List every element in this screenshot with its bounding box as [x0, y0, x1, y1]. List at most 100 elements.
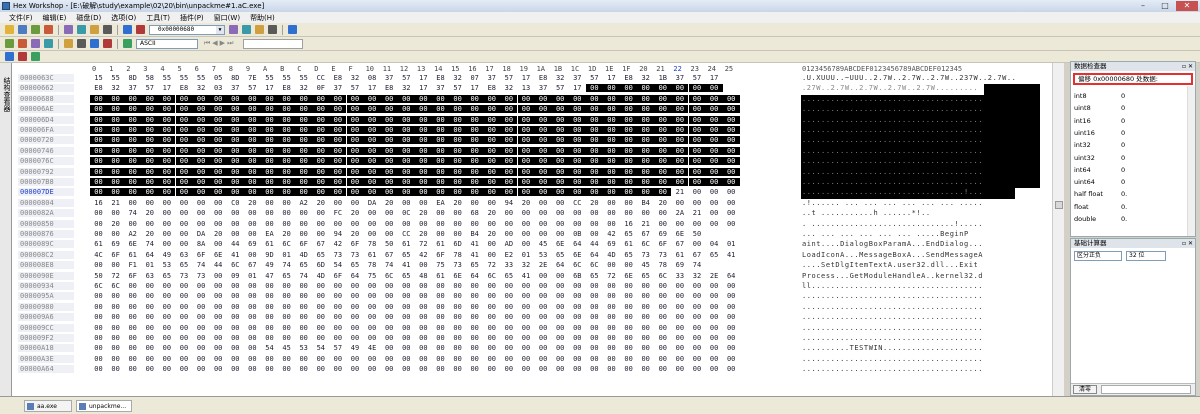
hex-byte[interactable]: 01: [278, 251, 295, 259]
hex-byte[interactable]: 00: [706, 324, 723, 332]
find-icon[interactable]: [288, 25, 297, 34]
hex-byte[interactable]: 00: [380, 157, 398, 166]
hex-byte[interactable]: 00: [706, 199, 723, 207]
hex-byte[interactable]: 00: [329, 324, 346, 332]
hex-byte[interactable]: 37: [671, 74, 688, 82]
minimize-button[interactable]: –: [1132, 1, 1154, 11]
hex-byte[interactable]: 00: [415, 334, 432, 342]
menu-item[interactable]: 文件(F): [4, 13, 38, 23]
hex-byte[interactable]: 00: [603, 199, 620, 207]
hex-byte[interactable]: 00: [158, 136, 176, 145]
hex-byte[interactable]: 6E: [210, 251, 227, 259]
hex-byte[interactable]: 00: [295, 105, 313, 114]
hex-byte[interactable]: 32: [347, 74, 364, 82]
hex-byte[interactable]: 03: [210, 84, 227, 92]
hex-byte[interactable]: 73: [347, 251, 364, 259]
hex-byte[interactable]: 00: [278, 188, 296, 197]
hex-byte[interactable]: 00: [124, 115, 142, 124]
hex-byte[interactable]: 00: [347, 292, 364, 300]
hex-byte[interactable]: 00: [637, 313, 654, 321]
hex-byte[interactable]: 00: [568, 178, 586, 186]
hex-byte[interactable]: 00: [551, 167, 569, 176]
inspector-field-value[interactable]: 0.: [1121, 190, 1127, 198]
hex-byte[interactable]: 20: [654, 199, 671, 207]
hex-byte[interactable]: 00: [637, 94, 655, 103]
hex-byte[interactable]: 00: [569, 355, 586, 363]
hex-byte[interactable]: 00: [261, 105, 278, 114]
hex-byte[interactable]: 00: [586, 313, 603, 321]
menu-item[interactable]: 插件(P): [175, 13, 209, 23]
hex-byte[interactable]: 00: [278, 136, 296, 145]
hex-byte[interactable]: 00: [124, 136, 142, 145]
hex-byte[interactable]: 6C: [637, 240, 654, 248]
hex-byte[interactable]: 00: [551, 146, 569, 155]
copy-icon[interactable]: [229, 25, 238, 34]
hex-byte[interactable]: 00: [620, 303, 637, 311]
hex-byte[interactable]: 00: [227, 220, 244, 228]
hex-byte[interactable]: 00: [124, 303, 141, 311]
hex-byte[interactable]: 00: [637, 334, 654, 342]
bookmark-icon[interactable]: [136, 25, 145, 34]
hex-byte[interactable]: 00: [141, 334, 158, 342]
hex-byte[interactable]: 00: [535, 324, 552, 332]
hex-byte[interactable]: 00: [329, 94, 347, 103]
hex-byte[interactable]: 00: [518, 334, 535, 342]
hex-byte[interactable]: 74: [381, 261, 398, 269]
hex-byte[interactable]: 00: [620, 178, 638, 186]
hex-byte[interactable]: 00: [192, 126, 210, 134]
hex-byte[interactable]: 00: [500, 365, 517, 373]
hex-byte[interactable]: 00: [534, 178, 552, 186]
hex-byte[interactable]: 00: [124, 188, 142, 197]
hex-byte[interactable]: 00: [620, 157, 638, 166]
hex-byte[interactable]: 42: [415, 251, 432, 259]
hex-byte[interactable]: 48: [415, 272, 432, 280]
hex-byte[interactable]: 00: [552, 209, 569, 217]
hex-byte[interactable]: 65: [312, 251, 329, 259]
hex-byte[interactable]: 00: [620, 282, 637, 290]
hex-byte[interactable]: 00: [158, 94, 176, 103]
hex-byte[interactable]: 00: [193, 292, 210, 300]
hex-byte[interactable]: 00: [295, 365, 312, 373]
hex-byte[interactable]: 73: [449, 261, 466, 269]
hex-byte[interactable]: 00: [637, 178, 655, 186]
hex-byte[interactable]: 00: [551, 115, 569, 124]
hex-byte[interactable]: 00: [637, 292, 654, 300]
hex-byte[interactable]: 00: [397, 146, 415, 155]
hex-byte[interactable]: 50: [381, 240, 398, 248]
hex-byte[interactable]: 00: [158, 365, 175, 373]
hex-byte[interactable]: 00: [261, 178, 278, 186]
hex-byte[interactable]: 00: [637, 126, 655, 134]
hex-byte[interactable]: 00: [671, 84, 689, 93]
hex-byte[interactable]: 45: [637, 261, 654, 269]
hex-byte[interactable]: 00: [90, 334, 107, 342]
hex-byte[interactable]: 00: [603, 105, 620, 114]
ascii-text[interactable]: ll....................................: [802, 282, 1042, 290]
hex-byte[interactable]: 00: [518, 209, 535, 217]
hex-byte[interactable]: 00: [483, 199, 500, 207]
hex-byte[interactable]: 00: [90, 292, 107, 300]
hex-byte[interactable]: 00: [569, 313, 586, 321]
hex-byte[interactable]: 00: [226, 178, 244, 186]
hex-byte[interactable]: 00: [347, 355, 364, 363]
address-combo[interactable]: 0x00000680 ▼: [149, 24, 225, 35]
hex-byte[interactable]: 00: [654, 220, 671, 228]
hex-byte[interactable]: 00: [689, 313, 706, 321]
ascii-text[interactable]: ..........TESTWIN.....................: [802, 344, 1042, 352]
hex-byte[interactable]: 6C: [107, 282, 124, 290]
hex-byte[interactable]: 00: [227, 324, 244, 332]
hex-byte[interactable]: 00: [466, 178, 484, 186]
hex-byte[interactable]: 00: [637, 84, 655, 93]
hex-byte[interactable]: 00: [483, 115, 501, 124]
ascii-text[interactable]: ......................................: [802, 136, 1042, 144]
hex-byte[interactable]: 00: [671, 313, 688, 321]
hex-byte[interactable]: 00: [227, 355, 244, 363]
hex-byte[interactable]: 6E: [569, 251, 586, 259]
hex-byte[interactable]: 00: [107, 313, 124, 321]
hex-byte[interactable]: 00: [654, 157, 672, 166]
hex-byte[interactable]: 00: [568, 146, 586, 155]
hex-byte[interactable]: 00: [261, 146, 278, 155]
hex-byte[interactable]: 00: [329, 105, 347, 114]
hex-byte[interactable]: 00: [244, 334, 261, 342]
hex-byte[interactable]: 78: [364, 240, 381, 248]
close-button[interactable]: ✕: [1176, 1, 1198, 11]
